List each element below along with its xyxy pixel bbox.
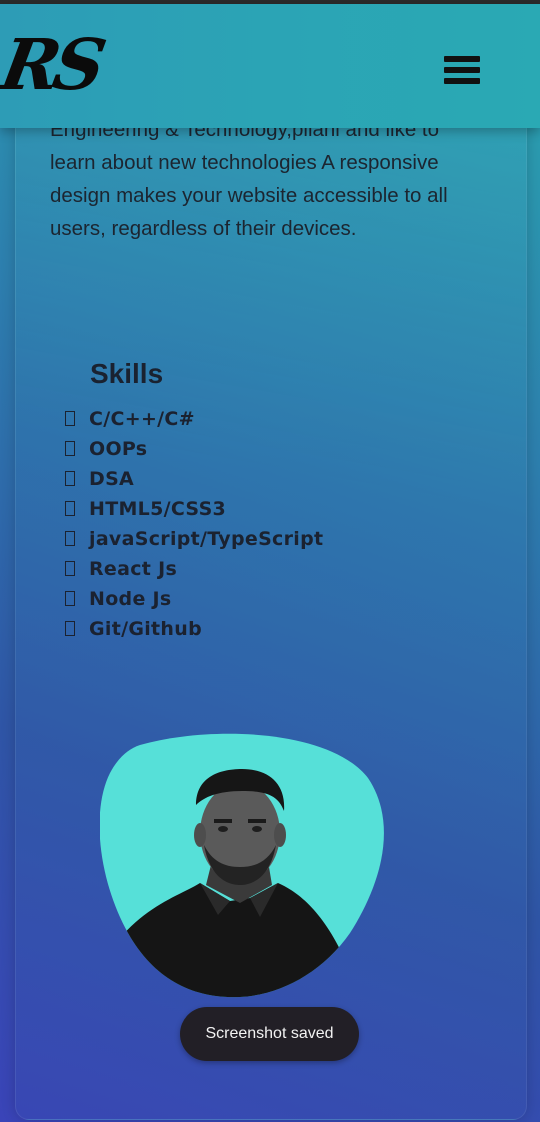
checkbox-square-icon bbox=[65, 621, 75, 636]
skill-label: Node Js bbox=[89, 588, 172, 610]
checkbox-square-icon bbox=[65, 471, 75, 486]
checkbox-square-icon bbox=[65, 531, 75, 546]
skill-label: React Js bbox=[89, 558, 178, 580]
skill-label: DSA bbox=[89, 468, 135, 490]
checkbox-square-icon bbox=[65, 561, 75, 576]
skill-label: javaScript/TypeScript bbox=[89, 528, 324, 550]
toast-notification: Screenshot saved bbox=[180, 1007, 359, 1061]
skills-list: C/C++/C# OOPs DSA HTML5/CSS3 javaScript/… bbox=[65, 404, 323, 644]
list-item: Git/Github bbox=[65, 614, 323, 644]
list-item: javaScript/TypeScript bbox=[65, 524, 323, 554]
checkbox-square-icon bbox=[65, 411, 75, 426]
skill-label: OOPs bbox=[89, 438, 148, 460]
checkbox-square-icon bbox=[65, 501, 75, 516]
list-item: React Js bbox=[65, 554, 323, 584]
list-item: DSA bbox=[65, 464, 323, 494]
hamburger-menu-icon[interactable] bbox=[444, 56, 486, 90]
list-item: OOPs bbox=[65, 434, 323, 464]
top-navbar: RS bbox=[0, 4, 540, 128]
list-item: HTML5/CSS3 bbox=[65, 494, 323, 524]
skill-label: Git/Github bbox=[89, 618, 202, 640]
list-item: C/C++/C# bbox=[65, 404, 323, 434]
checkbox-square-icon bbox=[65, 441, 75, 456]
profile-photo bbox=[100, 733, 384, 998]
about-text: Engineering & Technology,pilani and like… bbox=[50, 118, 448, 240]
skills-heading: Skills bbox=[90, 358, 164, 389]
skill-label: HTML5/CSS3 bbox=[89, 498, 227, 520]
site-logo[interactable]: RS bbox=[0, 23, 106, 106]
list-item: Node Js bbox=[65, 584, 323, 614]
checkbox-square-icon bbox=[65, 591, 75, 606]
skill-label: C/C++/C# bbox=[89, 408, 195, 430]
